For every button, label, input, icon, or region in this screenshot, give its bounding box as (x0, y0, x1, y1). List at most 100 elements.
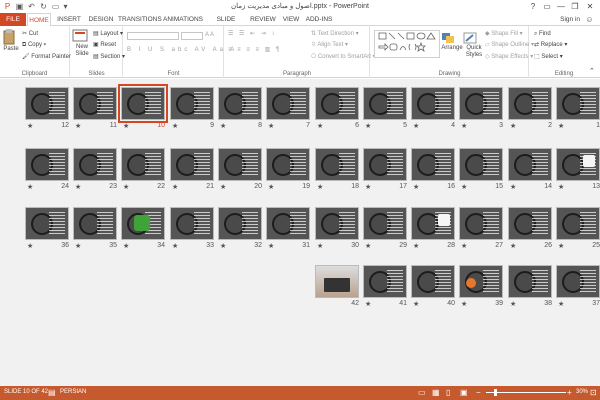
slide-thumbnail-17[interactable]: ★ 17 (363, 148, 407, 194)
slide-thumbnail-4[interactable]: ★ 4 (411, 87, 455, 133)
zoom-slider[interactable] (486, 392, 566, 393)
select-button[interactable]: ⬚ Select ▾ (534, 53, 563, 61)
text-direction-button[interactable]: ⇅ Text Direction ▾ (311, 30, 359, 38)
animation-star-icon[interactable]: ★ (413, 242, 419, 250)
slide-thumbnail-33[interactable]: ★ 33 (170, 207, 214, 253)
animation-star-icon[interactable]: ★ (268, 242, 274, 250)
replace-button[interactable]: ⇄ Replace ▾ (534, 41, 567, 49)
tab-insert[interactable]: INSERT (54, 13, 84, 26)
slide-thumbnail-24[interactable]: ★ 24 (25, 148, 69, 194)
font-format-buttons[interactable]: B I U S abc AV Aa A (127, 46, 237, 54)
animation-star-icon[interactable]: ★ (172, 242, 178, 250)
slide-thumbnail-12[interactable]: ★ 12 (25, 87, 69, 133)
animation-star-icon[interactable]: ★ (461, 300, 467, 308)
slide-thumbnail-2[interactable]: ★ 2 (508, 87, 552, 133)
slide-preview[interactable] (508, 265, 552, 298)
slide-sorter-view-icon[interactable]: ▦ (432, 388, 440, 398)
slide-preview[interactable] (73, 148, 117, 181)
slide-thumbnail-1[interactable]: ★ 1 (556, 87, 600, 133)
paste-button[interactable]: Paste (2, 29, 20, 53)
slide-thumbnail-13[interactable]: ★ 13 (556, 148, 600, 194)
list-buttons[interactable]: ☰ ☰ ⇤ ⇥ ↕ (228, 30, 276, 38)
animation-star-icon[interactable]: ★ (317, 122, 323, 130)
animation-star-icon[interactable]: ★ (461, 242, 467, 250)
tab-slide-show[interactable]: SLIDE SHOW (206, 13, 246, 36)
quick-styles-button[interactable]: Quick Styles (463, 32, 485, 59)
animation-star-icon[interactable]: ★ (172, 122, 178, 130)
slide-thumbnail-40[interactable]: ★ 40 (411, 265, 455, 311)
slide-preview[interactable] (459, 265, 503, 298)
animation-star-icon[interactable]: ★ (268, 122, 274, 130)
slide-thumbnail-20[interactable]: ★ 20 (218, 148, 262, 194)
slide-thumbnail-8[interactable]: ★ 8 (218, 87, 262, 133)
slideshow-view-icon[interactable]: ▣ (460, 388, 468, 398)
slide-thumbnail-25[interactable]: ★ 25 (556, 207, 600, 253)
section-button[interactable]: ▤ Section ▾ (93, 53, 125, 61)
animation-star-icon[interactable]: ★ (75, 242, 81, 250)
animation-star-icon[interactable]: ★ (558, 300, 564, 308)
zoom-in-icon[interactable]: + (567, 388, 572, 398)
slide-preview[interactable] (170, 87, 214, 120)
animation-star-icon[interactable]: ★ (268, 183, 274, 191)
account-icon[interactable]: ☺ (585, 15, 594, 24)
slide-preview[interactable] (218, 207, 262, 240)
slide-thumbnail-3[interactable]: ★ 3 (459, 87, 503, 133)
slide-preview[interactable] (218, 87, 262, 120)
font-name-dropdown[interactable] (127, 32, 179, 40)
slide-thumbnail-28[interactable]: ★ 28 (411, 207, 455, 253)
slide-thumbnail-37[interactable]: ★ 37 (556, 265, 600, 311)
slide-thumbnail-10[interactable]: ★ 10 (118, 84, 168, 133)
slide-thumbnail-14[interactable]: ★ 14 (508, 148, 552, 194)
animation-star-icon[interactable]: ★ (365, 300, 371, 308)
animation-star-icon[interactable]: ★ (317, 183, 323, 191)
tab-design[interactable]: DESIGN (86, 13, 116, 26)
slide-preview[interactable] (121, 148, 165, 181)
slide-preview[interactable] (411, 265, 455, 298)
slide-thumbnail-23[interactable]: ★ 23 (73, 148, 117, 194)
animation-star-icon[interactable]: ★ (413, 300, 419, 308)
tab-home[interactable]: HOME (27, 13, 51, 27)
slide-preview[interactable] (25, 87, 69, 120)
animation-star-icon[interactable]: ★ (172, 183, 178, 191)
animation-star-icon[interactable]: ★ (220, 242, 226, 250)
animation-star-icon[interactable]: ★ (75, 122, 81, 130)
slide-preview[interactable] (508, 87, 552, 120)
slide-preview[interactable] (411, 148, 455, 181)
spelling-icon[interactable]: ▤ (48, 388, 56, 398)
animation-star-icon[interactable]: ★ (558, 122, 564, 130)
copy-button[interactable]: ⧉ Copy ▾ (22, 41, 46, 49)
slide-thumbnail-9[interactable]: ★ 9 (170, 87, 214, 133)
layout-button[interactable]: ▤ Layout ▾ (93, 30, 123, 38)
slide-preview[interactable] (266, 207, 310, 240)
slide-thumbnail-5[interactable]: ★ 5 (363, 87, 407, 133)
animation-star-icon[interactable]: ★ (365, 242, 371, 250)
new-slide-button[interactable]: New Slide (72, 29, 92, 58)
slide-preview[interactable] (315, 207, 359, 240)
animation-star-icon[interactable]: ★ (220, 122, 226, 130)
slide-preview[interactable] (508, 207, 552, 240)
arrange-button[interactable]: Arrange (441, 32, 463, 52)
slide-thumbnail-31[interactable]: ★ 31 (266, 207, 310, 253)
slide-preview[interactable] (363, 207, 407, 240)
slide-preview[interactable] (315, 148, 359, 181)
slide-thumbnail-41[interactable]: ★ 41 (363, 265, 407, 311)
find-button[interactable]: ⌕ Find (534, 30, 551, 38)
animation-star-icon[interactable]: ★ (365, 183, 371, 191)
help-button[interactable]: ? (526, 1, 540, 12)
animation-star-icon[interactable]: ★ (461, 183, 467, 191)
animation-star-icon[interactable]: ★ (27, 242, 33, 250)
slide-preview[interactable] (459, 207, 503, 240)
slide-thumbnail-42[interactable]: 42 (315, 265, 359, 311)
ribbon-display-options-icon[interactable]: ▭ (540, 1, 554, 12)
slide-preview[interactable] (25, 207, 69, 240)
slide-preview[interactable] (266, 87, 310, 120)
slide-preview[interactable] (411, 207, 455, 240)
animation-star-icon[interactable]: ★ (27, 122, 33, 130)
slide-thumbnail-19[interactable]: ★ 19 (266, 148, 310, 194)
slide-preview[interactable] (25, 148, 69, 181)
tab-animations[interactable]: ANIMATIONS (163, 13, 203, 26)
slide-thumbnail-7[interactable]: ★ 7 (266, 87, 310, 133)
tab-add-ins[interactable]: ADD-INS (305, 13, 333, 26)
slide-preview[interactable] (170, 207, 214, 240)
slide-thumbnail-30[interactable]: ★ 30 (315, 207, 359, 253)
